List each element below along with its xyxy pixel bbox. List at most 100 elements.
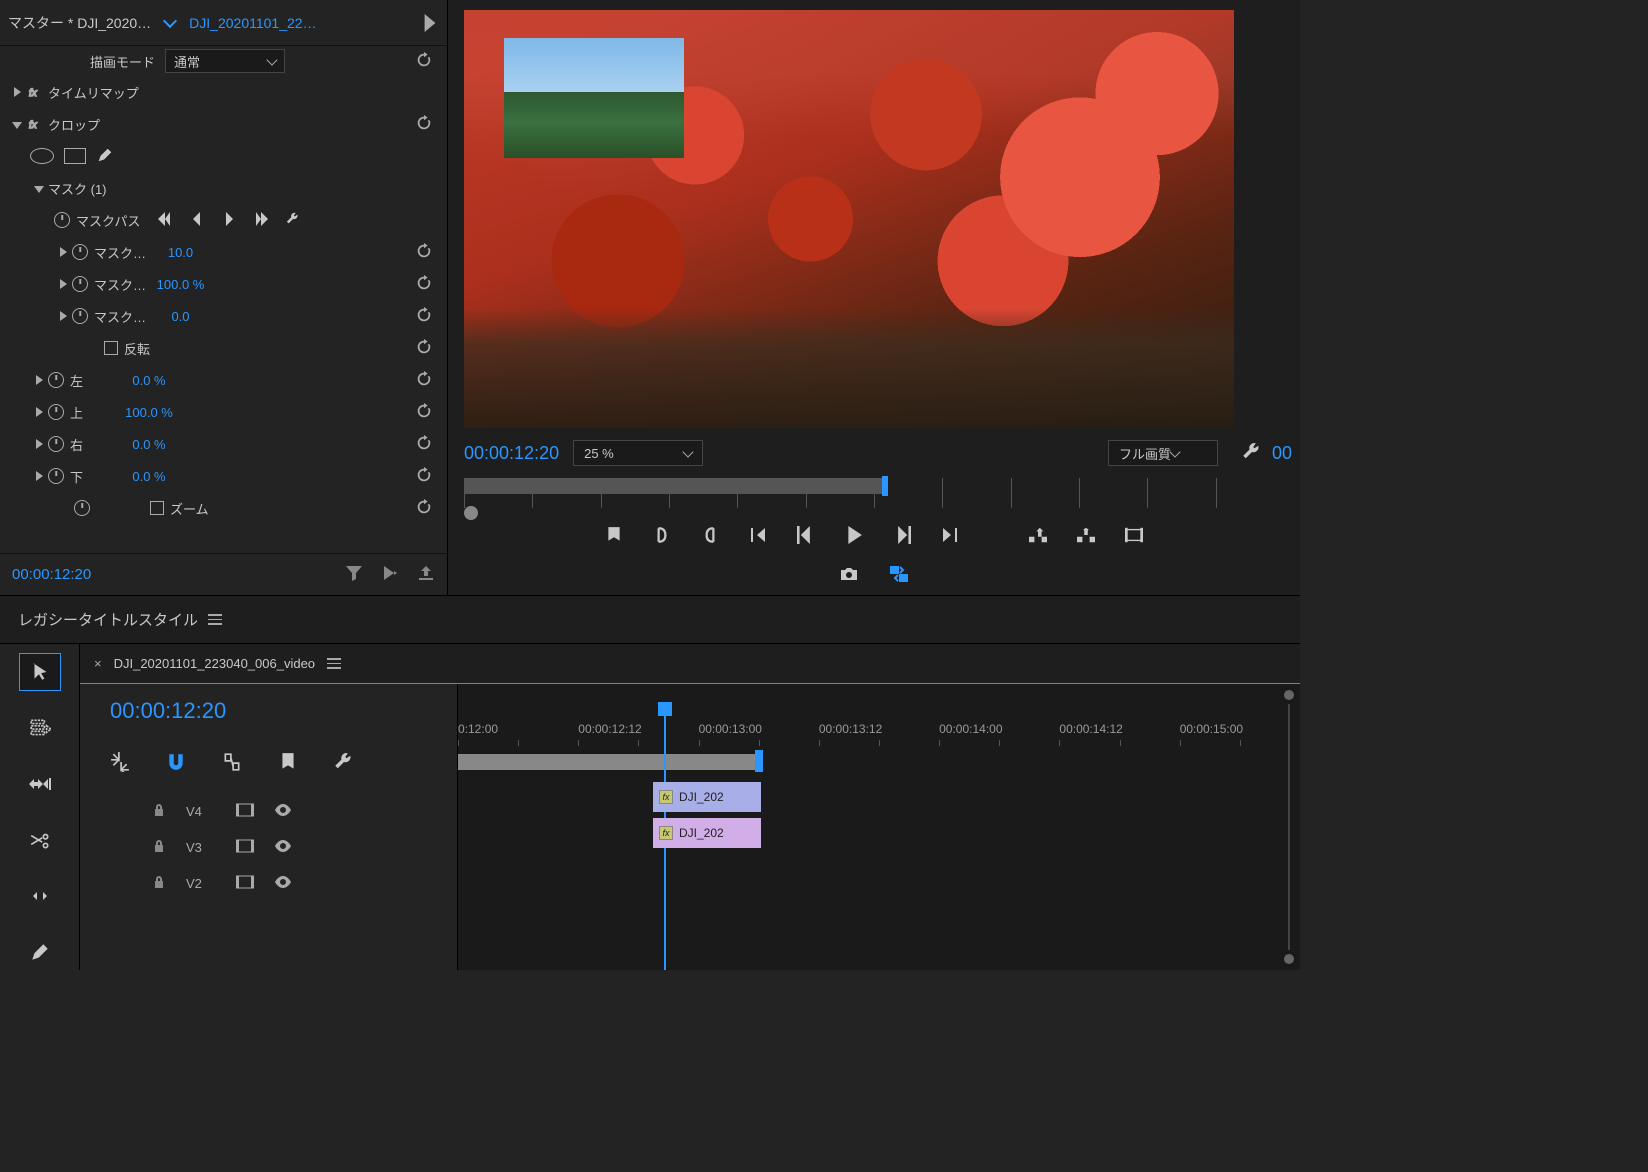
camera-icon[interactable]	[839, 565, 859, 586]
wrench-icon[interactable]	[286, 212, 300, 229]
zoom-handle[interactable]	[1284, 690, 1294, 700]
vertical-zoom-bar[interactable]	[1284, 690, 1294, 964]
fx-tab-clip[interactable]: DJI_20201101_22…	[189, 15, 316, 31]
timeline-timecode[interactable]: 00:00:12:20	[80, 684, 457, 724]
wrench-icon[interactable]	[334, 752, 354, 775]
mark-in-icon[interactable]	[653, 526, 671, 547]
work-area-bar[interactable]	[458, 754, 758, 770]
stopwatch-icon[interactable]	[72, 276, 88, 292]
mark-icon[interactable]	[605, 526, 623, 547]
reset-icon[interactable]	[415, 306, 447, 327]
lock-icon[interactable]	[152, 875, 166, 892]
fx-timecode[interactable]: 00:00:12:20	[12, 566, 91, 583]
blend-mode-dropdown[interactable]: 通常	[165, 49, 285, 73]
reset-icon[interactable]	[415, 114, 447, 135]
prev-keyframe-icon[interactable]	[190, 212, 204, 229]
pen-tool[interactable]	[20, 934, 60, 970]
stopwatch-icon[interactable]	[74, 500, 90, 516]
mask-expansion-value[interactable]: 0.0	[171, 309, 389, 324]
clip-v3[interactable]: fx DJI_202	[653, 782, 761, 812]
reset-icon[interactable]	[415, 402, 447, 423]
crop-left-value[interactable]: 0.0 %	[132, 373, 365, 388]
step-back-icon[interactable]	[797, 526, 815, 547]
mark-out-icon[interactable]	[701, 526, 719, 547]
fx-tab-master[interactable]: マスター * DJI_2020…	[8, 13, 151, 33]
linked-selection-icon[interactable]	[222, 752, 242, 775]
comparison-view-icon[interactable]	[889, 565, 909, 586]
export-frame-icon[interactable]	[1125, 526, 1143, 547]
reset-icon[interactable]	[415, 51, 447, 72]
export-icon[interactable]	[417, 564, 435, 586]
hamburger-icon[interactable]	[208, 614, 222, 625]
track-v2[interactable]: V2	[80, 865, 457, 901]
stopwatch-icon[interactable]	[48, 372, 64, 388]
fx-crop-row[interactable]: fx クロップ	[0, 108, 447, 140]
next-keyframe-group-icon[interactable]	[254, 212, 268, 229]
reset-icon[interactable]	[415, 242, 447, 263]
rect-mask-button[interactable]	[64, 148, 86, 164]
fx-time-remap-row[interactable]: fx タイムリマップ	[0, 76, 447, 108]
pen-mask-button[interactable]	[96, 146, 114, 167]
track-v3[interactable]: V3	[80, 829, 457, 865]
wrench-icon[interactable]	[1242, 442, 1262, 465]
reset-icon[interactable]	[415, 466, 447, 487]
hamburger-icon[interactable]	[327, 658, 341, 669]
filter-icon[interactable]	[345, 564, 363, 586]
play-icon[interactable]	[845, 526, 863, 547]
selection-tool[interactable]	[20, 654, 60, 690]
reset-icon[interactable]	[415, 274, 447, 295]
lock-icon[interactable]	[152, 803, 166, 820]
eye-icon[interactable]	[274, 875, 292, 892]
go-to-out-icon[interactable]	[941, 526, 959, 547]
clip-v2[interactable]: fx DJI_202	[653, 818, 761, 848]
crop-top-value[interactable]: 100.0 %	[125, 405, 373, 420]
play-only-icon[interactable]	[381, 564, 399, 586]
stopwatch-icon[interactable]	[72, 308, 88, 324]
slip-tool[interactable]	[20, 878, 60, 914]
stopwatch-icon[interactable]	[48, 404, 64, 420]
invert-checkbox[interactable]	[104, 341, 118, 355]
toggle-output-icon[interactable]	[236, 875, 254, 892]
go-to-in-icon[interactable]	[749, 526, 767, 547]
track-select-tool[interactable]	[20, 710, 60, 746]
lift-icon[interactable]	[1029, 526, 1047, 547]
prev-keyframe-group-icon[interactable]	[158, 212, 172, 229]
snap-split-icon[interactable]	[110, 752, 130, 775]
timeline-ruler[interactable]: 0:12:00 00:00:12:12 00:00:13:00 00:00:13…	[458, 722, 1300, 762]
mask-row[interactable]: マスク (1)	[0, 172, 447, 204]
stopwatch-icon[interactable]	[48, 468, 64, 484]
chevron-down-icon[interactable]	[163, 13, 177, 27]
mask-opacity-value[interactable]: 100.0 %	[157, 277, 405, 292]
zoom-checkbox[interactable]	[150, 501, 164, 515]
extract-icon[interactable]	[1077, 526, 1095, 547]
stopwatch-icon[interactable]	[48, 436, 64, 452]
crop-bottom-value[interactable]: 0.0 %	[132, 469, 365, 484]
stopwatch-icon[interactable]	[54, 212, 70, 228]
monitor-ruler[interactable]	[464, 478, 1284, 517]
reset-icon[interactable]	[415, 370, 447, 391]
ripple-edit-tool[interactable]	[20, 766, 60, 802]
crop-right-value[interactable]: 0.0 %	[132, 437, 365, 452]
reset-icon[interactable]	[415, 338, 447, 359]
eye-icon[interactable]	[274, 803, 292, 820]
next-keyframe-icon[interactable]	[222, 212, 236, 229]
marker-icon[interactable]	[278, 752, 298, 775]
legacy-title-styles-panel[interactable]: レガシータイトルスタイル	[0, 595, 1300, 643]
zoom-handle[interactable]	[1284, 954, 1294, 964]
playhead-handle[interactable]	[882, 476, 888, 496]
mask-feather-value[interactable]: 10.0	[168, 245, 393, 260]
sequence-tab[interactable]: × DJI_20201101_223040_006_video	[80, 644, 1300, 684]
monitor-timecode[interactable]: 00:00:12:20	[464, 443, 559, 464]
step-forward-icon[interactable]	[893, 526, 911, 547]
timeline-tracks-area[interactable]: 0:12:00 00:00:12:12 00:00:13:00 00:00:13…	[458, 684, 1300, 970]
quality-dropdown[interactable]: フル画質	[1108, 440, 1218, 466]
ellipse-mask-button[interactable]	[30, 148, 54, 164]
magnet-icon[interactable]	[166, 752, 186, 775]
reset-icon[interactable]	[415, 498, 447, 519]
preview-canvas[interactable]	[464, 10, 1234, 428]
next-arrow-icon[interactable]	[421, 14, 439, 32]
toggle-output-icon[interactable]	[236, 839, 254, 856]
track-v4[interactable]: V4	[80, 793, 457, 829]
close-icon[interactable]: ×	[94, 656, 102, 671]
zoom-dropdown[interactable]: 25 %	[573, 440, 703, 466]
